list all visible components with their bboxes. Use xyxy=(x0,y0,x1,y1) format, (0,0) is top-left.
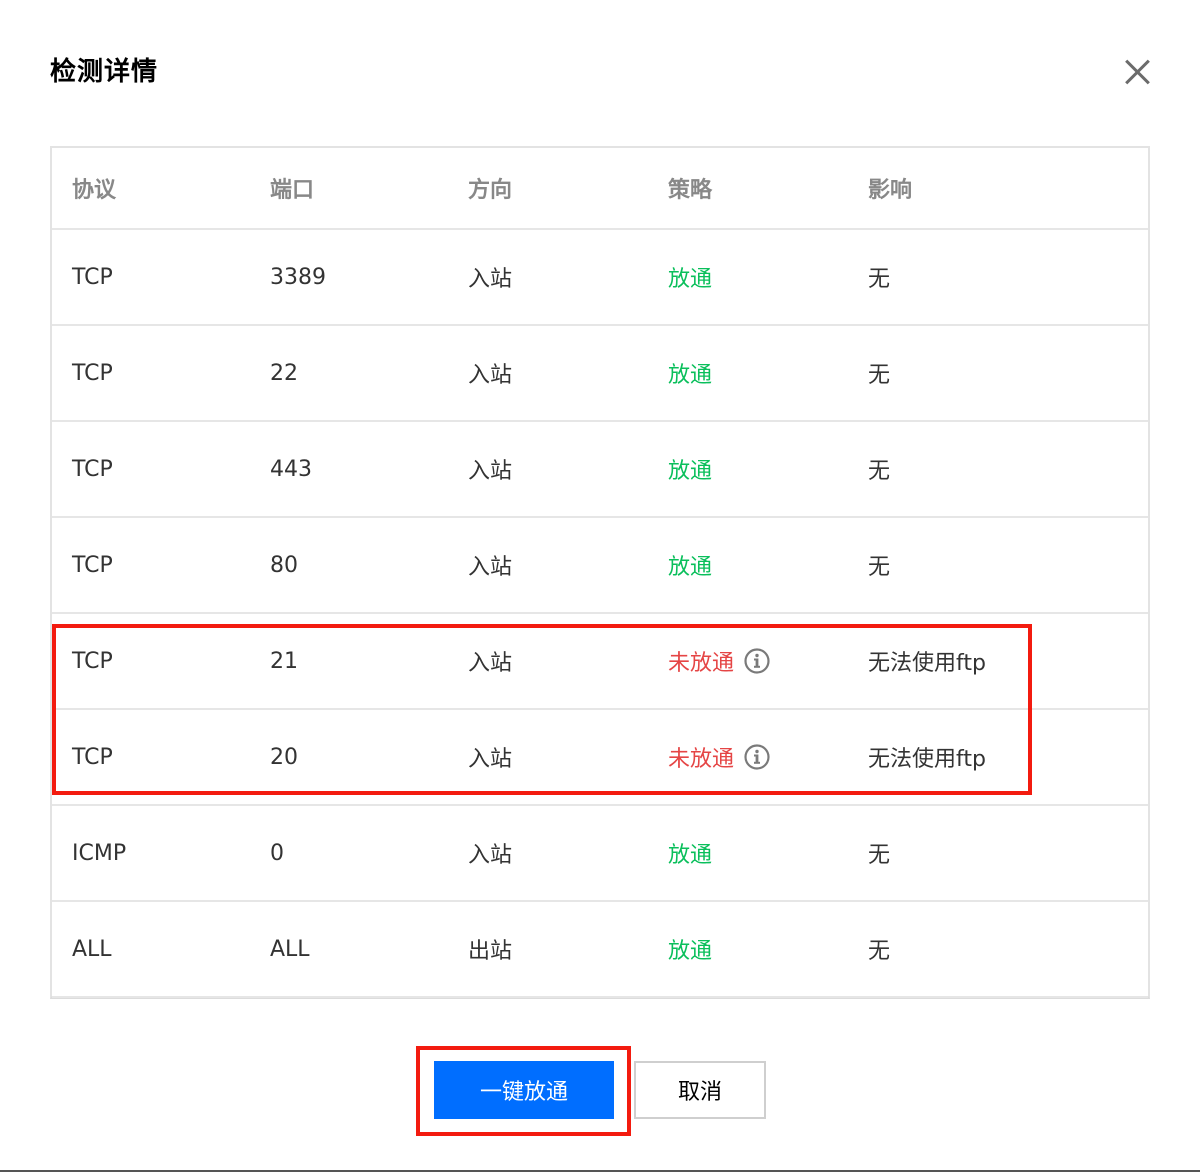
dialog-title: 检测详情 xyxy=(50,57,159,87)
port-cell: ALL xyxy=(270,902,310,996)
protocol-cell: TCP xyxy=(72,326,113,420)
impact-cell: 无 xyxy=(868,806,890,900)
direction-cell: 出站 xyxy=(468,902,512,996)
table-row: TCP 22 入站 放通 无 xyxy=(52,326,1148,422)
impact-cell: 无 xyxy=(868,326,890,420)
direction-cell: 入站 xyxy=(468,230,512,324)
impact-cell: 无 xyxy=(868,230,890,324)
table-row: TCP 3389 入站 放通 无 xyxy=(52,230,1148,326)
protocol-cell: TCP xyxy=(72,518,113,612)
policy-cell: 放通 xyxy=(668,230,712,324)
protocol-cell: TCP xyxy=(72,422,113,516)
protocol-cell: TCP xyxy=(72,230,113,324)
direction-cell-text: 入站 xyxy=(468,363,513,388)
port-cell: 22 xyxy=(270,326,298,420)
header-protocol: 协议 xyxy=(72,178,117,203)
port-cell: 3389 xyxy=(270,230,326,324)
protocol-cell: ICMP xyxy=(72,806,126,900)
impact-cell: 无 xyxy=(868,422,890,516)
close-icon[interactable] xyxy=(1122,56,1154,88)
header-policy: 策略 xyxy=(668,178,713,203)
impact-cell-text: 无 xyxy=(868,939,891,964)
protocol-cell-text: TCP xyxy=(72,264,113,290)
port-cell: 80 xyxy=(270,518,298,612)
policy-cell: 放通 xyxy=(668,902,712,996)
impact-cell-text: 无 xyxy=(868,363,891,388)
detection-table: 协议 端口 方向 策略 影响 TCP 3389 入站 放通无 TCP 22 入站 放通无 TCP… xyxy=(50,146,1150,999)
protocol-cell-text: TCP xyxy=(72,552,113,578)
port-cell-text: 443 xyxy=(270,456,312,482)
impact-cell: 无 xyxy=(868,518,890,612)
policy-cell-text: 放通 xyxy=(668,459,713,484)
policy-cell-text: 放通 xyxy=(668,267,713,292)
port-cell-text: 22 xyxy=(270,360,298,386)
table-row: ICMP 0 入站 放通 无 xyxy=(52,806,1148,902)
policy-cell: 放通 xyxy=(668,806,712,900)
table-row: TCP 443 入站 放通 无 xyxy=(52,422,1148,518)
policy-cell: 放通 xyxy=(668,422,712,516)
protocol-cell-text: ALL xyxy=(72,936,112,962)
protocol-cell-text: TCP xyxy=(72,360,113,386)
header-direction: 方向 xyxy=(468,178,513,203)
impact-cell-text: 无 xyxy=(868,843,891,868)
port-cell-text: 0 xyxy=(270,840,284,866)
port-cell-text: 80 xyxy=(270,552,298,578)
direction-cell-text: 出站 xyxy=(468,939,513,964)
policy-cell-text: 放通 xyxy=(668,555,713,580)
impact-cell: 无 xyxy=(868,902,890,996)
direction-cell-text: 入站 xyxy=(468,267,513,292)
direction-cell-text: 入站 xyxy=(468,843,513,868)
port-cell: 443 xyxy=(270,422,312,516)
table-header-row: 协议 端口 方向 策略 影响 xyxy=(52,148,1148,230)
port-cell-text: ALL xyxy=(270,936,310,962)
policy-cell-text: 放通 xyxy=(668,939,713,964)
direction-cell: 入站 xyxy=(468,518,512,612)
policy-cell: 放通 xyxy=(668,518,712,612)
impact-cell-text: 无 xyxy=(868,267,891,292)
protocol-cell-text: TCP xyxy=(72,456,113,482)
detection-details-dialog: 检测详情 协议 端口 方向 策略 影响 TCP 3389 入站 放通无 TCP 22 入站放… xyxy=(0,0,1200,1172)
highlight-box-blocked-rows xyxy=(52,624,1032,795)
port-cell: 0 xyxy=(270,806,284,900)
direction-cell: 入站 xyxy=(468,326,512,420)
protocol-cell: ALL xyxy=(72,902,112,996)
direction-cell: 入站 xyxy=(468,422,512,516)
policy-cell: 放通 xyxy=(668,326,712,420)
impact-cell-text: 无 xyxy=(868,555,891,580)
impact-cell-text: 无 xyxy=(868,459,891,484)
table-row: ALL ALL 出站 放通 无 xyxy=(52,902,1148,998)
cancel-button[interactable]: 取消 xyxy=(634,1061,766,1119)
protocol-cell-text: ICMP xyxy=(72,840,127,866)
header-port: 端口 xyxy=(270,178,315,203)
direction-cell-text: 入站 xyxy=(468,555,513,580)
header-impact: 影响 xyxy=(868,178,913,203)
port-cell-text: 3389 xyxy=(270,264,326,290)
highlight-box-allow-all-button xyxy=(416,1046,631,1136)
table-row: TCP 80 入站 放通 无 xyxy=(52,518,1148,614)
policy-cell-text: 放通 xyxy=(668,363,713,388)
direction-cell: 入站 xyxy=(468,806,512,900)
policy-cell-text: 放通 xyxy=(668,843,713,868)
direction-cell-text: 入站 xyxy=(468,459,513,484)
